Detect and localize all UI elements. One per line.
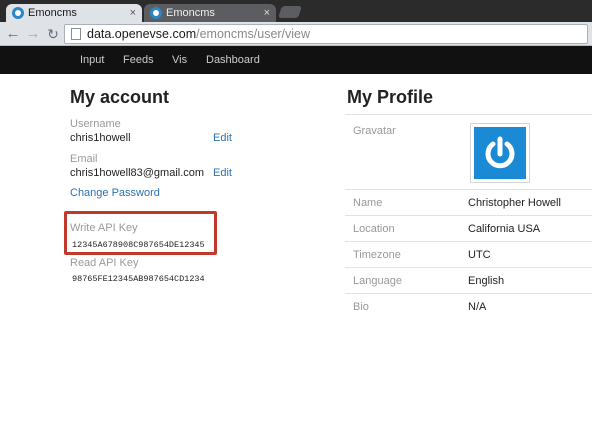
profile-row-location: Location California USA: [345, 215, 592, 241]
profile-value: Christopher Howell: [468, 197, 561, 209]
profile-row-bio: Bio N/A: [345, 293, 592, 319]
nav-vis[interactable]: Vis: [172, 46, 187, 74]
profile-value: English: [468, 275, 505, 287]
profile-label: Bio: [353, 301, 369, 313]
change-password-link[interactable]: Change Password: [70, 187, 160, 199]
email-label: Email: [70, 153, 98, 165]
username-value: chris1howell: [70, 132, 131, 144]
browser-toolbar: ← → ↻ data.openevse.com/emoncms/user/vie…: [0, 22, 592, 46]
reload-icon[interactable]: ↻: [44, 24, 62, 44]
edit-email-link[interactable]: Edit: [213, 167, 232, 179]
nav-dashboard[interactable]: Dashboard: [206, 46, 260, 74]
emoncms-favicon-icon: [150, 7, 162, 19]
profile-row-gravatar: Gravatar: [345, 114, 592, 189]
forward-arrow-icon[interactable]: →: [24, 24, 42, 44]
write-api-key-label: Write API Key: [70, 222, 138, 234]
profile-value: N/A: [468, 301, 487, 313]
edit-username-link[interactable]: Edit: [213, 132, 232, 144]
gravatar-image[interactable]: [470, 123, 530, 183]
email-value: chris1howell83@gmail.com: [70, 167, 205, 179]
emoncms-favicon-icon: [12, 7, 24, 19]
nav-feeds[interactable]: Feeds: [123, 46, 154, 74]
read-api-key-value: 98765FE12345AB987654CD1234: [72, 274, 205, 284]
tab-title: Emoncms: [166, 7, 215, 19]
username-label: Username: [70, 118, 121, 130]
read-api-key-label: Read API Key: [70, 257, 139, 269]
profile-label: Location: [353, 223, 395, 235]
browser-tab-active[interactable]: Emoncms ×: [6, 4, 142, 22]
profile-value: California USA: [468, 223, 541, 235]
profile-label: Timezone: [353, 249, 401, 261]
my-profile-title: My Profile: [347, 87, 434, 107]
my-account-title: My account: [70, 87, 170, 107]
profile-row-name: Name Christopher Howell: [345, 189, 592, 215]
new-tab-button[interactable]: [278, 6, 302, 18]
browser-tab-strip: Emoncms × Emoncms ×: [0, 0, 592, 22]
power-symbol-icon: [474, 127, 526, 179]
profile-row-timezone: Timezone UTC: [345, 241, 592, 267]
profile-label: Language: [353, 275, 402, 287]
tab-close-icon[interactable]: ×: [130, 4, 136, 22]
tab-close-icon[interactable]: ×: [264, 4, 270, 22]
gravatar-label: Gravatar: [353, 125, 396, 137]
url-host: data.openevse.com: [87, 27, 197, 41]
profile-label: Name: [353, 197, 383, 209]
profile-row-language: Language English: [345, 267, 592, 293]
url-path: /emoncms/user/view: [196, 27, 311, 41]
profile-value: UTC: [468, 249, 491, 261]
nav-input[interactable]: Input: [80, 46, 104, 74]
site-nav-bar: Input Feeds Vis Dashboard: [0, 46, 592, 74]
write-api-key-value: 12345A678908C987654DE12345: [72, 240, 205, 250]
tab-title: Emoncms: [28, 7, 77, 19]
back-arrow-icon[interactable]: ←: [4, 24, 22, 44]
browser-tab-inactive[interactable]: Emoncms ×: [144, 4, 276, 22]
page-icon: [71, 28, 81, 40]
address-bar[interactable]: data.openevse.com/emoncms/user/view: [64, 24, 588, 44]
